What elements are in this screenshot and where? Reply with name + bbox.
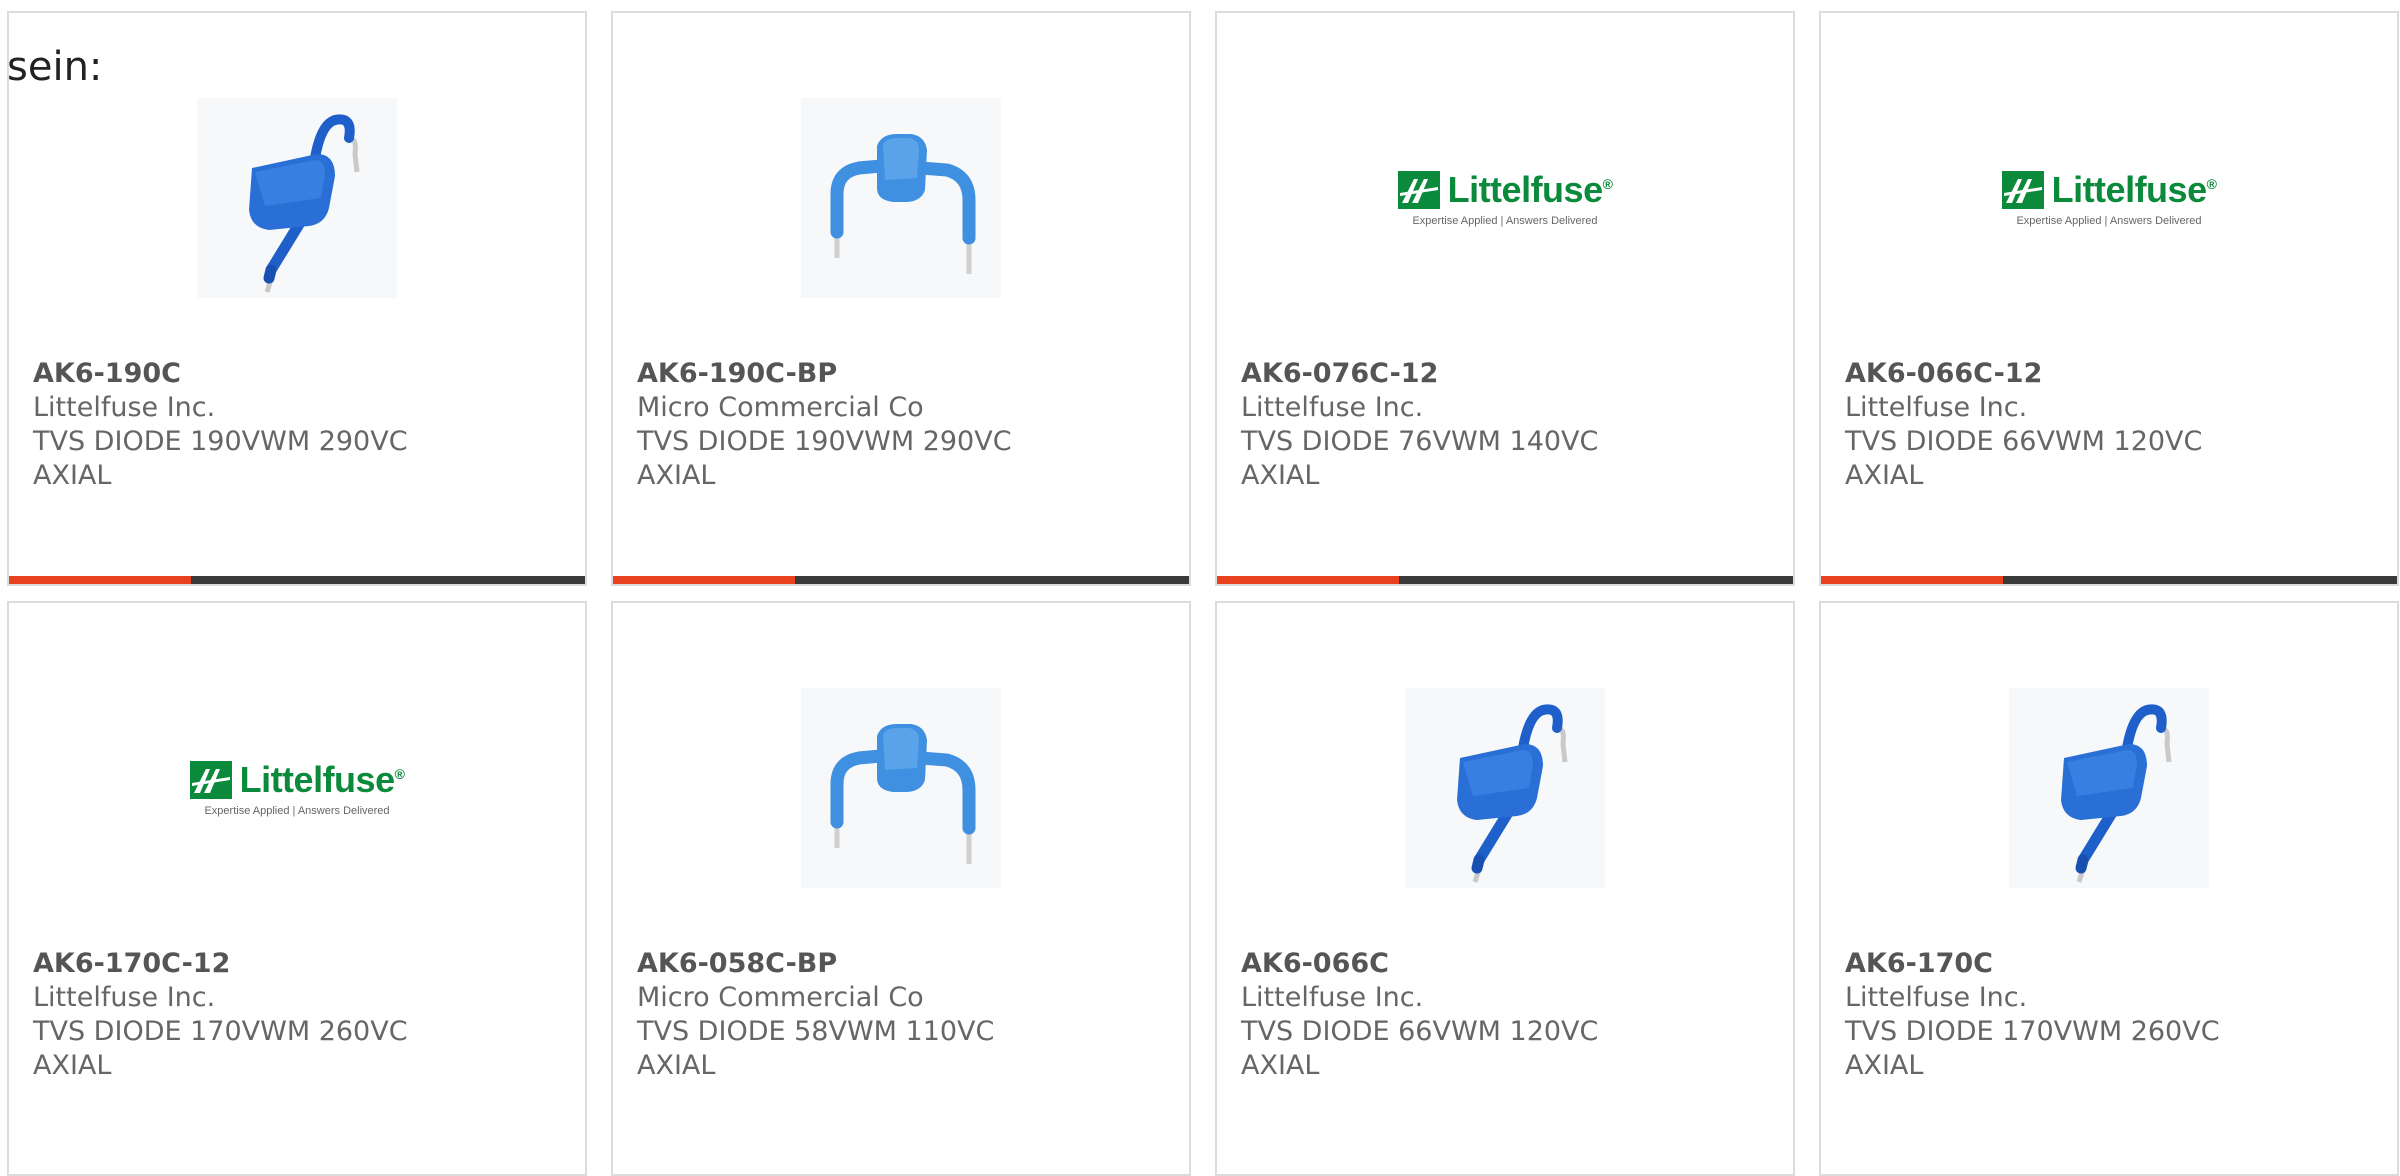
part-number[interactable]: AK6-190C: [33, 357, 565, 391]
product-image: [613, 83, 1189, 313]
littelfuse-logo: Littelfuse® Expertise Applied | Answers …: [1397, 169, 1613, 227]
description: TVS DIODE 66VWM 120VC AXIAL: [1845, 426, 2203, 491]
product-card[interactable]: AK6-170C Littelfuse Inc. TVS DIODE 170VW…: [1819, 601, 2399, 1176]
card-bar-accent: [1821, 576, 2003, 584]
logo-name: Littelfuse®: [239, 759, 405, 800]
product-image: [1217, 673, 1793, 903]
logo-name: Littelfuse®: [1447, 169, 1613, 210]
diode-photo: [1405, 688, 1605, 888]
product-card[interactable]: Littelfuse® Expertise Applied | Answers …: [1819, 11, 2399, 586]
product-card[interactable]: Littelfuse® Expertise Applied | Answers …: [1215, 11, 1795, 586]
manufacturer: Littelfuse Inc.: [1241, 982, 1424, 1013]
card-bar: [613, 576, 1189, 584]
description: TVS DIODE 66VWM 120VC AXIAL: [1241, 1016, 1599, 1081]
littelfuse-mark-icon: [189, 761, 232, 799]
logo-tagline: Expertise Applied | Answers Delivered: [2016, 215, 2202, 227]
product-card[interactable]: AK6-190C Littelfuse Inc. TVS DIODE 190VW…: [7, 11, 587, 586]
product-card[interactable]: AK6-058C-BP Micro Commercial Co TVS DIOD…: [611, 601, 1191, 1176]
part-number[interactable]: AK6-066C: [1241, 947, 1773, 981]
product-image: [1821, 673, 2397, 903]
logo-name: Littelfuse®: [2051, 169, 2217, 210]
card-bar-accent: [1217, 576, 1399, 584]
manufacturer: Littelfuse Inc.: [1241, 392, 1424, 423]
description: TVS DIODE 76VWM 140VC AXIAL: [1241, 426, 1599, 491]
product-image: Littelfuse® Expertise Applied | Answers …: [1217, 83, 1793, 313]
manufacturer: Micro Commercial Co: [637, 392, 924, 423]
product-image: Littelfuse® Expertise Applied | Answers …: [1821, 83, 2397, 313]
product-image: [9, 83, 585, 313]
product-card[interactable]: AK6-066C Littelfuse Inc. TVS DIODE 66VWM…: [1215, 601, 1795, 1176]
card-bar: [1821, 576, 2397, 584]
part-number[interactable]: AK6-190C-BP: [637, 357, 1169, 391]
part-number[interactable]: AK6-058C-BP: [637, 947, 1169, 981]
diode-photo: [801, 98, 1001, 298]
product-image: [613, 673, 1189, 903]
manufacturer: Micro Commercial Co: [637, 982, 924, 1013]
littelfuse-mark-icon: [2001, 171, 2044, 209]
description: TVS DIODE 170VWM 260VC AXIAL: [33, 1016, 408, 1081]
card-bar: [1217, 576, 1793, 584]
card-bar-accent: [9, 576, 191, 584]
diode-photo: [801, 688, 1001, 888]
littelfuse-mark-icon: [1397, 171, 1440, 209]
product-image: Littelfuse® Expertise Applied | Answers …: [9, 673, 585, 903]
description: TVS DIODE 190VWM 290VC AXIAL: [33, 426, 408, 491]
product-grid: AK6-190C Littelfuse Inc. TVS DIODE 190VW…: [0, 0, 2400, 1176]
product-card[interactable]: AK6-190C-BP Micro Commercial Co TVS DIOD…: [611, 11, 1191, 586]
logo-tagline: Expertise Applied | Answers Delivered: [204, 805, 390, 817]
card-bar: [9, 576, 585, 584]
description: TVS DIODE 190VWM 290VC AXIAL: [637, 426, 1012, 491]
part-number[interactable]: AK6-170C-12: [33, 947, 565, 981]
manufacturer: Littelfuse Inc.: [1845, 392, 2028, 423]
littelfuse-logo: Littelfuse® Expertise Applied | Answers …: [189, 759, 405, 817]
diode-photo: [197, 98, 397, 298]
manufacturer: Littelfuse Inc.: [33, 982, 216, 1013]
description: TVS DIODE 170VWM 260VC AXIAL: [1845, 1016, 2220, 1081]
card-bar-accent: [613, 576, 795, 584]
part-number[interactable]: AK6-066C-12: [1845, 357, 2377, 391]
intro-text: sein:: [7, 44, 103, 90]
littelfuse-logo: Littelfuse® Expertise Applied | Answers …: [2001, 169, 2217, 227]
description: TVS DIODE 58VWM 110VC AXIAL: [637, 1016, 995, 1081]
product-card[interactable]: Littelfuse® Expertise Applied | Answers …: [7, 601, 587, 1176]
part-number[interactable]: AK6-170C: [1845, 947, 2377, 981]
logo-tagline: Expertise Applied | Answers Delivered: [1412, 215, 1598, 227]
manufacturer: Littelfuse Inc.: [1845, 982, 2028, 1013]
manufacturer: Littelfuse Inc.: [33, 392, 216, 423]
diode-photo: [2009, 688, 2209, 888]
part-number[interactable]: AK6-076C-12: [1241, 357, 1773, 391]
